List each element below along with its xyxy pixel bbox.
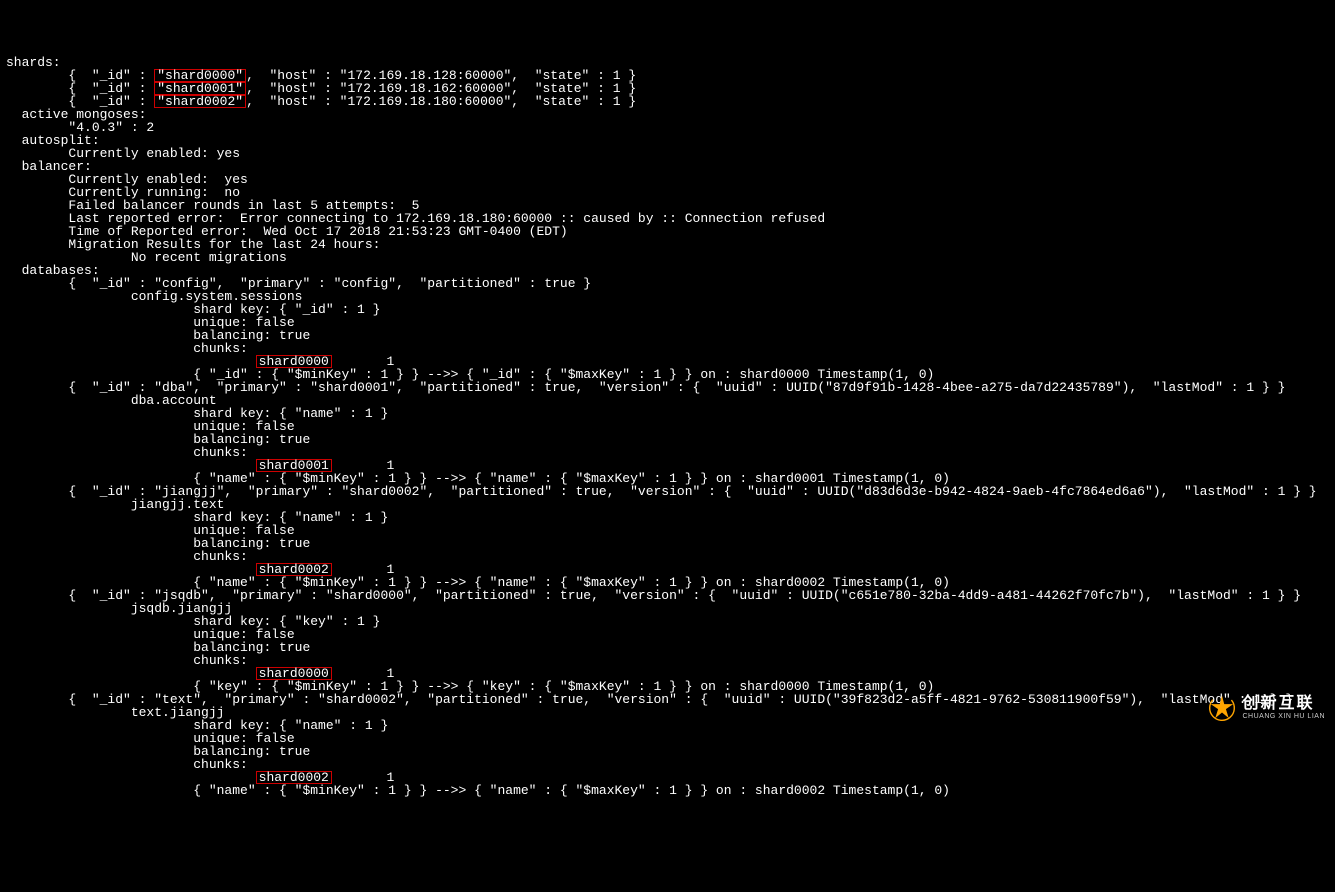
terminal-output: shards: { "_id" : "shard0000", "host" : … [6,56,1329,797]
shard2-rest: , "host" : "172.169.18.180:60000", "stat… [246,94,636,109]
shard2-id-highlight: "shard0002" [154,95,246,108]
logo-text-en: CHUANG XIN HU LIAN [1242,713,1325,721]
logo-text-cn: 创新互联 [1242,695,1325,713]
watermark-logo: 创新互联 CHUANG XIN HU LIAN [1208,668,1325,748]
logo-icon [1208,668,1236,748]
db-text-chunk-range: { "name" : { "$minKey" : 1 } } -->> { "n… [6,783,950,798]
